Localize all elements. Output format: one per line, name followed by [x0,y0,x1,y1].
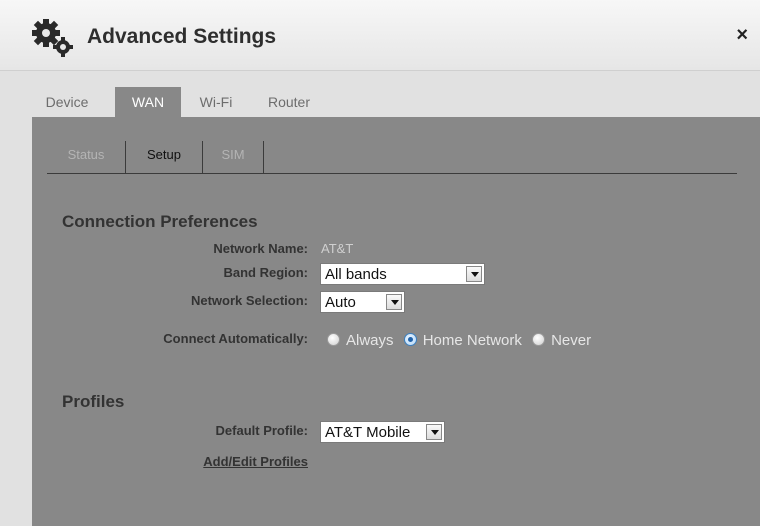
radio-always-label[interactable]: Always [346,332,394,349]
network-selection-select[interactable]: Auto [320,291,405,313]
connection-preferences-heading: Connection Preferences [62,212,258,231]
connect-automatically-options: Always Home Network Never [321,332,591,349]
sub-tabs: Status Setup SIM [47,141,737,174]
chevron-down-icon [466,266,482,282]
subtab-sim[interactable]: SIM [203,141,263,172]
settings-content: Device WAN Wi-Fi Router Status Setup SIM… [0,71,760,526]
band-region-value: All bands [325,266,387,283]
wan-panel: Status Setup SIM Connection Preferences … [32,117,760,526]
profiles-heading: Profiles [62,392,125,411]
default-profile-label: Default Profile: [215,423,308,438]
chevron-down-icon [386,294,402,310]
network-selection-label: Network Selection: [190,293,308,308]
gears-icon [32,19,73,57]
tab-wan[interactable]: WAN [115,87,181,121]
connect-automatically-label: Connect Automatically: [163,331,308,346]
default-profile-value: AT&T Mobile [325,424,411,441]
band-region-label: Band Region: [223,265,309,280]
chevron-down-icon [426,424,442,440]
subtab-status[interactable]: Status [47,141,125,172]
network-name-value: AT&T [321,241,354,256]
radio-always[interactable] [327,333,340,346]
band-region-select[interactable]: All bands [320,263,485,285]
tab-router[interactable]: Router [258,87,320,121]
radio-never[interactable] [532,333,546,346]
close-icon[interactable]: × [736,25,748,45]
default-profile-select[interactable]: AT&T Mobile [320,421,445,443]
network-name-label: Network Name: [213,241,308,256]
tab-device[interactable]: Device [36,87,98,121]
add-edit-profiles-link[interactable]: Add/Edit Profiles [203,454,308,469]
radio-home-network-label[interactable]: Home Network [423,332,522,349]
dialog-title: Advanced Settings [87,25,277,48]
network-selection-value: Auto [325,294,356,311]
subtab-divider [263,141,264,173]
radio-never-label[interactable]: Never [551,332,591,349]
radio-home-network[interactable] [403,333,417,346]
subtab-setup[interactable]: Setup [126,141,202,172]
tab-wifi[interactable]: Wi-Fi [191,87,241,121]
dialog-titlebar: Advanced Settings × [0,0,760,71]
